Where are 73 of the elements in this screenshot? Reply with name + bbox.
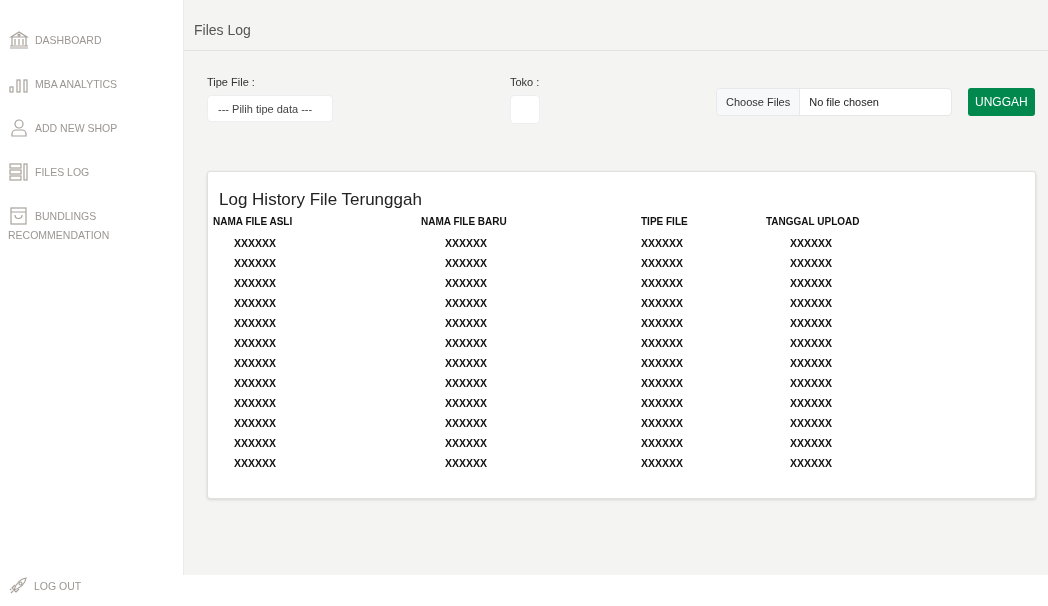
table-cell: XXXXXX bbox=[445, 357, 488, 369]
table-cell: XXXXXX bbox=[234, 337, 277, 349]
logout-link[interactable]: LOG OUT bbox=[0, 575, 183, 601]
table-cell: XXXXXX bbox=[790, 277, 833, 289]
table-cell: XXXXXX bbox=[790, 317, 833, 329]
table-cell: XXXXXX bbox=[790, 397, 833, 409]
table-cell: XXXXXX bbox=[790, 357, 833, 369]
card-title: Log History File Terunggah bbox=[219, 190, 423, 210]
table-cell: XXXXXX bbox=[641, 357, 684, 369]
field-label: Toko : bbox=[510, 76, 540, 88]
table-cell: XXXXXX bbox=[445, 257, 488, 269]
table-cell: XXXXXX bbox=[234, 237, 277, 249]
table-cell: XXXXXX bbox=[790, 257, 833, 269]
column-header: TANGGAL UPLOAD bbox=[766, 216, 861, 229]
table-cell: XXXXXX bbox=[234, 297, 277, 309]
table-cell: XXXXXX bbox=[234, 257, 277, 269]
table-cell: XXXXXX bbox=[445, 237, 488, 249]
field-label: Tipe File : bbox=[207, 76, 256, 88]
person-icon bbox=[8, 119, 30, 137]
upload-button[interactable]: UNGGAH bbox=[968, 88, 1035, 116]
table-cell: XXXXXX bbox=[641, 437, 684, 449]
file-status: No file chosen bbox=[808, 95, 879, 110]
table-cell: XXXXXX bbox=[234, 457, 277, 469]
table-cell: XXXXXX bbox=[234, 397, 277, 409]
sidebar-item[interactable]: MBA ANALYTICS bbox=[0, 73, 183, 95]
table-cell: XXXXXX bbox=[641, 277, 684, 289]
bank-icon bbox=[8, 31, 30, 49]
rocket-icon bbox=[8, 576, 28, 596]
table-cell: XXXXXX bbox=[790, 297, 833, 309]
table-cell: XXXXXX bbox=[445, 417, 488, 429]
table-cell: XXXXXX bbox=[234, 437, 277, 449]
table-cell: XXXXXX bbox=[234, 357, 277, 369]
table-cell: XXXXXX bbox=[641, 317, 684, 329]
sidebar-item-label: RECOMMENDATION bbox=[7, 229, 111, 241]
choose-files-button[interactable]: Choose Files bbox=[717, 89, 801, 115]
table-cell: XXXXXX bbox=[445, 297, 488, 309]
sidebar-item[interactable]: DASHBOARD bbox=[0, 29, 183, 51]
table-cell: XXXXXX bbox=[790, 337, 833, 349]
sidebar-item[interactable]: BUNDLINGS bbox=[0, 205, 183, 227]
table-cell: XXXXXX bbox=[641, 377, 684, 389]
sidebar-item[interactable]: ADD NEW SHOP bbox=[0, 117, 183, 139]
column-header: TIPE FILE bbox=[641, 216, 689, 229]
table-cell: XXXXXX bbox=[445, 277, 488, 289]
table-cell: XXXXXX bbox=[641, 337, 684, 349]
table-cell: XXXXXX bbox=[445, 397, 488, 409]
bag-icon bbox=[8, 207, 30, 225]
table-cell: XXXXXX bbox=[641, 397, 684, 409]
table-cell: XXXXXX bbox=[790, 457, 833, 469]
page-title: Files Log bbox=[194, 22, 251, 38]
table-cell: XXXXXX bbox=[641, 257, 684, 269]
file-type-select[interactable]: --- Pilih tipe data --- bbox=[207, 95, 333, 122]
table-cell: XXXXXX bbox=[234, 317, 277, 329]
table-cell: XXXXXX bbox=[234, 377, 277, 389]
table-cell: XXXXXX bbox=[445, 457, 488, 469]
table-cell: XXXXXX bbox=[234, 277, 277, 289]
table-cell: XXXXXX bbox=[641, 297, 684, 309]
table-cell: XXXXXX bbox=[790, 237, 833, 249]
table-cell: XXXXXX bbox=[445, 337, 488, 349]
column-header: NAMA FILE BARU bbox=[421, 216, 508, 229]
table-cell: XXXXXX bbox=[641, 457, 684, 469]
table-cell: XXXXXX bbox=[790, 377, 833, 389]
table-cell: XXXXXX bbox=[790, 417, 833, 429]
table-cell: XXXXXX bbox=[234, 417, 277, 429]
sidebar-item[interactable]: FILES LOG bbox=[0, 161, 183, 183]
table-cell: XXXXXX bbox=[790, 437, 833, 449]
table-cell: XXXXXX bbox=[445, 437, 488, 449]
table-cell: XXXXXX bbox=[641, 237, 684, 249]
column-header: NAMA FILE ASLI bbox=[213, 216, 294, 229]
list-icon bbox=[8, 163, 30, 181]
table-cell: XXXXXX bbox=[445, 377, 488, 389]
table-cell: XXXXXX bbox=[445, 317, 488, 329]
table-cell: XXXXXX bbox=[641, 417, 684, 429]
file-input[interactable]: Choose Files No file chosen bbox=[716, 88, 952, 116]
